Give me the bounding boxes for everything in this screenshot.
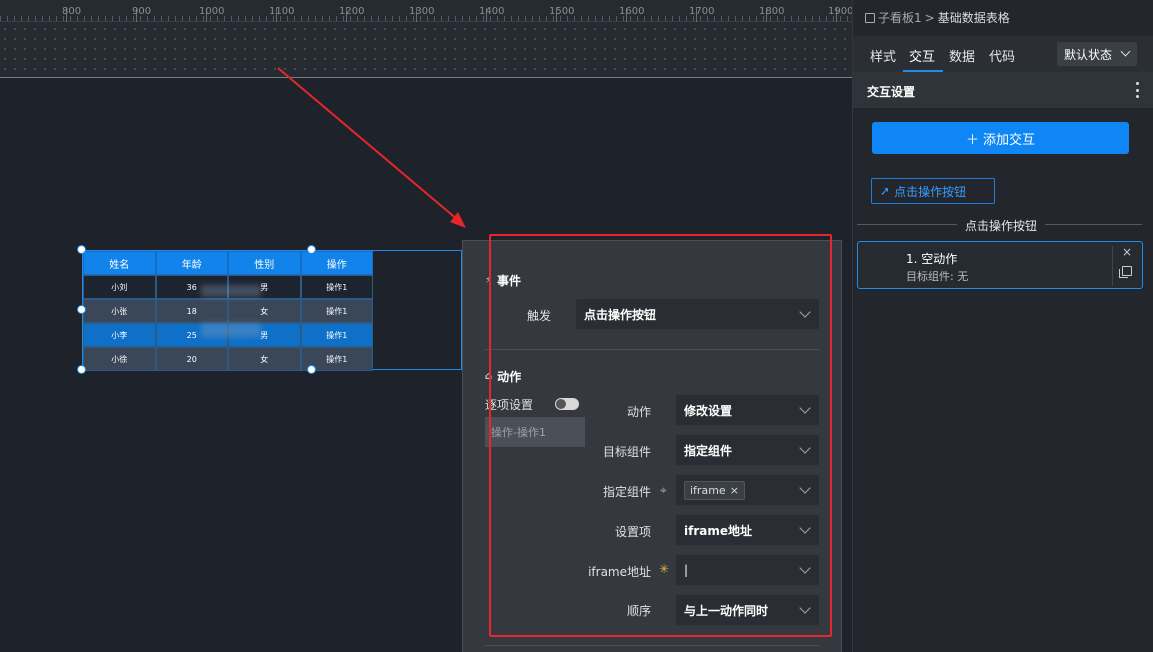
table-header-cell: 操作 — [300, 251, 373, 275]
table-cell: 小张 — [83, 299, 156, 323]
table-row: 小徐 20 女 操作1 — [83, 347, 373, 371]
section-divider — [485, 645, 819, 646]
cursor-click-icon: ➚ — [880, 184, 891, 198]
panel-tabs: 样式 交互 数据 代码 默认状态 — [853, 36, 1153, 72]
table-cell: 女 — [228, 347, 301, 371]
blurred-region — [201, 323, 261, 337]
plus-icon: ＋ — [965, 132, 979, 148]
state-select[interactable]: 默认状态 — [1057, 42, 1137, 66]
chevron-down-icon — [1120, 46, 1131, 57]
resize-handle[interactable] — [77, 305, 86, 314]
close-icon[interactable]: × — [1122, 245, 1132, 259]
ruler-tick-label: 1100 — [269, 6, 295, 17]
divider-line — [1045, 224, 1142, 225]
table-cell: 小徐 — [83, 347, 156, 371]
action-card[interactable]: 1. 空动作 目标组件: 无 × — [857, 241, 1143, 289]
table-cell: 18 — [155, 299, 228, 323]
canvas-ruler: 800 900 1000 1100 1200 1300 1400 1500 16… — [0, 0, 852, 78]
action-card-title: 1. 空动作 — [906, 252, 958, 266]
breadcrumb-current: 基础数据表格 — [937, 11, 1010, 25]
divider-line — [857, 224, 957, 225]
data-table: 姓名 年龄 性别 操作 小刘 36 男 操作1 小张 18 女 操作1 小李 2… — [83, 251, 373, 371]
table-header-row: 姓名 年龄 性别 操作 — [83, 251, 373, 275]
ruler-tick-label: 1400 — [479, 6, 505, 17]
ruler-scale: 800 900 1000 1100 1200 1300 1400 1500 16… — [0, 0, 852, 22]
copy-icon[interactable] — [1119, 266, 1132, 278]
action-card-divider — [1112, 246, 1113, 286]
ruler-tick-label: 1000 — [199, 6, 225, 17]
more-icon[interactable] — [1136, 82, 1140, 98]
table-action-cell[interactable]: 操作1 — [300, 275, 373, 299]
breadcrumb-separator: > — [924, 10, 935, 25]
ruler-tick-label: 800 — [62, 6, 82, 17]
table-action-cell[interactable]: 操作1 — [300, 323, 373, 347]
ruler-tick-label: 1900 — [828, 6, 852, 17]
tab-interaction[interactable]: 交互 — [909, 46, 935, 65]
table-action-cell[interactable]: 操作1 — [300, 299, 373, 323]
table-cell: 小刘 — [83, 275, 156, 299]
table-cell: 女 — [228, 299, 301, 323]
board-icon — [865, 12, 875, 23]
event-divider-label: 点击操作按钮 — [965, 219, 1038, 233]
highlight-box — [489, 234, 832, 637]
resize-handle[interactable] — [77, 245, 86, 254]
ruler-tick-label: 1700 — [689, 6, 715, 17]
ruler-tick-label: 1200 — [339, 6, 365, 17]
ruler-tick-label: 1600 — [619, 6, 645, 17]
ruler-tick-label: 1300 — [409, 6, 435, 17]
table-cell: 小李 — [83, 323, 156, 347]
breadcrumb: 子看板1 > 基础数据表格 — [865, 9, 1010, 26]
resize-handle[interactable] — [77, 365, 86, 374]
event-click-action-button[interactable]: ➚ 点击操作按钮 — [871, 178, 995, 204]
table-header-cell: 姓名 — [83, 251, 156, 275]
action-card-subtitle: 目标组件: 无 — [906, 270, 969, 283]
table-cell: 20 — [155, 347, 228, 371]
properties-panel: 子看板1 > 基础数据表格 样式 交互 数据 代码 默认状态 交互设置 ＋ 添加… — [852, 0, 1153, 652]
tab-style[interactable]: 样式 — [870, 46, 896, 65]
ruler-tick-label: 900 — [132, 6, 152, 17]
tab-code[interactable]: 代码 — [989, 46, 1015, 65]
table-row: 小张 18 女 操作1 — [83, 299, 373, 323]
tab-data[interactable]: 数据 — [949, 46, 975, 65]
resize-handle[interactable] — [307, 245, 316, 254]
breadcrumb-parent[interactable]: 子看板1 — [878, 9, 922, 26]
ruler-tick-label: 1500 — [549, 6, 575, 17]
table-component[interactable]: 姓名 年龄 性别 操作 小刘 36 男 操作1 小张 18 女 操作1 小李 2… — [82, 250, 462, 371]
ruler-dot-grid — [0, 24, 852, 77]
table-header-cell: 性别 — [228, 251, 301, 275]
interaction-settings-header: 交互设置 — [853, 72, 1153, 108]
blurred-region — [201, 285, 261, 297]
table-header-cell: 年龄 — [155, 251, 228, 275]
resize-handle[interactable] — [307, 365, 316, 374]
section-title: 交互设置 — [867, 85, 916, 99]
ruler-tick-label: 1800 — [759, 6, 785, 17]
add-interaction-button[interactable]: ＋ 添加交互 — [872, 122, 1129, 154]
